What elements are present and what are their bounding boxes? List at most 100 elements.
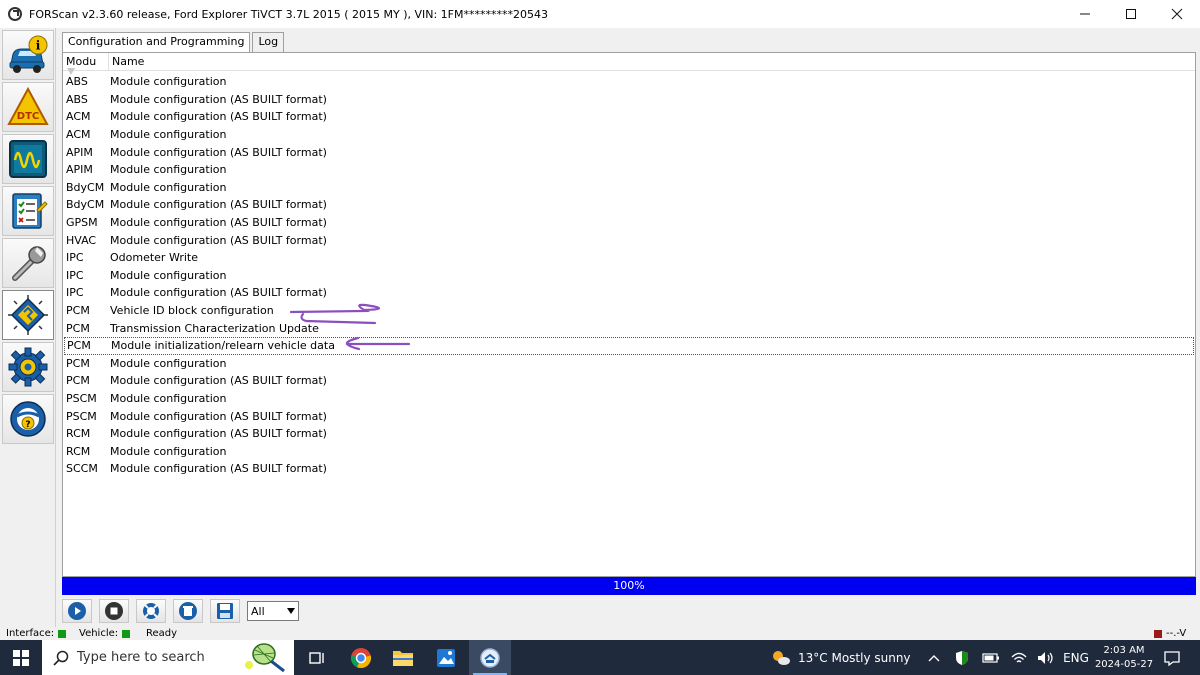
vehicle-status-label: Vehicle: — [79, 628, 119, 639]
lifebuoy-icon — [143, 603, 159, 619]
sidebar-help-button[interactable]: ? — [2, 394, 54, 444]
weather-icon-button[interactable] — [770, 640, 792, 675]
sidebar-vehicle-info-button[interactable]: i — [2, 30, 54, 80]
show-hidden-icons-button[interactable] — [924, 640, 944, 675]
tab-log[interactable]: Log — [252, 32, 285, 52]
window-controls — [1062, 0, 1200, 28]
task-view-button[interactable] — [300, 640, 334, 675]
table-row[interactable]: PSCM Module configuration — [64, 390, 1195, 408]
checklist-icon — [12, 193, 48, 229]
stop-button[interactable] — [99, 599, 129, 623]
table-row[interactable]: GPSM Module configuration (AS BUILT forma… — [64, 214, 1195, 232]
maximize-button[interactable] — [1108, 0, 1154, 28]
table-row[interactable]: APIM Module configuration — [64, 161, 1195, 179]
security-tray-button[interactable] — [951, 640, 973, 675]
table-row[interactable]: PCM Module configuration — [64, 355, 1195, 373]
sidebar-service-functions-button[interactable] — [2, 238, 54, 288]
row-name: Module configuration — [110, 163, 227, 177]
table-row[interactable]: APIM Module configuration (AS BUILT forma… — [64, 143, 1195, 161]
row-module: RCM — [66, 427, 91, 441]
taskbar-search-box[interactable]: Type here to search — [42, 640, 294, 675]
run-button[interactable] — [62, 599, 92, 623]
table-row[interactable]: ABS Module configuration — [64, 73, 1195, 91]
column-header-module[interactable]: Modu — [63, 53, 109, 75]
row-module: IPC — [66, 251, 84, 265]
table-row[interactable]: ACM Module configuration — [64, 126, 1195, 144]
table-row[interactable]: SCCM Module configuration (AS BUILT forma… — [64, 460, 1195, 478]
tennis-search-highlight-icon — [245, 643, 285, 673]
taskbar-file-explorer[interactable] — [384, 640, 422, 675]
search-placeholder: Type here to search — [77, 650, 205, 665]
sidebar-oscilloscope-button[interactable] — [2, 134, 54, 184]
forscan-app-icon[interactable] — [8, 7, 22, 21]
volume-tray-button[interactable] — [1035, 640, 1057, 675]
row-module: HVAC — [66, 233, 97, 247]
row-name: Module configuration (AS BUILT format) — [110, 409, 327, 423]
filter-select[interactable]: All — [247, 601, 299, 621]
help-lifebuoy-button[interactable] — [136, 599, 166, 623]
row-name: Module configuration (AS BUILT format) — [110, 110, 327, 124]
table-row[interactable]: HVAC Module configuration (AS BUILT forma… — [64, 231, 1195, 249]
start-button[interactable] — [0, 640, 42, 675]
table-row[interactable]: IPC Module configuration (AS BUILT format… — [64, 284, 1195, 302]
taskbar-photos[interactable] — [427, 640, 465, 675]
notification-icon — [1164, 650, 1180, 666]
notification-center-button[interactable] — [1160, 640, 1184, 675]
table-row[interactable]: PSCM Module configuration (AS BUILT forma… — [64, 407, 1195, 425]
table-row[interactable]: IPC Module configuration — [64, 267, 1195, 285]
taskbar-chrome[interactable] — [342, 640, 380, 675]
column-header-name[interactable]: Name — [109, 53, 309, 70]
table-row[interactable]: IPC Odometer Write — [64, 249, 1195, 267]
save-button[interactable] — [210, 599, 240, 623]
progress-label: 100% — [613, 579, 645, 592]
sidebar-dtc-button[interactable]: DTC — [2, 82, 54, 132]
close-button[interactable] — [1154, 0, 1200, 28]
minimize-icon — [1080, 13, 1090, 15]
table-row[interactable]: PCM Module configuration (AS BUILT format… — [64, 372, 1195, 390]
table-row[interactable]: ACM Module configuration (AS BUILT format… — [64, 108, 1195, 126]
table-row[interactable]: RCM Module configuration (AS BUILT format… — [64, 425, 1195, 443]
row-module: IPC — [66, 286, 84, 300]
row-name: Module configuration (AS BUILT format) — [110, 216, 327, 230]
row-name: Module initialization/relearn vehicle da… — [111, 339, 335, 353]
list-header: Modu Name — [63, 53, 1195, 75]
weather-text[interactable]: 13°C Mostly sunny — [798, 640, 911, 675]
sun-cloud-icon — [773, 650, 790, 665]
interface-status-label: Interface: — [6, 628, 55, 639]
ready-status: Ready — [146, 628, 178, 639]
tab-configuration-and-programming[interactable]: Configuration and Programming — [62, 32, 251, 53]
sidebar-tests-button[interactable] — [2, 186, 54, 236]
network-tray-button[interactable] — [1008, 640, 1030, 675]
clock-date: 2024-05-27 — [1094, 658, 1154, 670]
clock[interactable]: 2:03 AM 2024-05-27 — [1094, 640, 1154, 675]
battery-tray-button[interactable] — [980, 640, 1002, 675]
row-name: Module configuration — [110, 75, 227, 89]
main-sidebar: i DTC ? — [0, 28, 56, 628]
row-module: IPC — [66, 268, 84, 282]
interface-status-led — [58, 629, 67, 638]
table-row[interactable]: BdyCM Module configuration — [64, 179, 1195, 197]
vehicle-status: Vehicle: — [79, 628, 131, 639]
table-row[interactable]: PCM Module initialization/relearn vehicle… — [64, 336, 1194, 355]
minimize-button[interactable] — [1062, 0, 1108, 28]
help-icon-label: ? — [25, 420, 30, 430]
sidebar-settings-button[interactable] — [2, 342, 54, 392]
clear-button[interactable] — [173, 599, 203, 623]
gear-icon — [8, 347, 48, 387]
table-row[interactable]: ABS Module configuration (AS BUILT format… — [64, 91, 1195, 109]
battery-voltage-status: --.-V — [1152, 628, 1186, 639]
table-row[interactable]: BdyCM Module configuration (AS BUILT form… — [64, 196, 1195, 214]
language-indicator[interactable]: ENG — [1062, 640, 1090, 675]
row-name: Module configuration (AS BUILT format) — [110, 233, 327, 247]
main-tabs: Configuration and Programming Log — [62, 32, 286, 53]
table-row[interactable]: RCM Module configuration — [64, 442, 1195, 460]
table-row[interactable]: PCM Vehicle ID block configuration — [64, 302, 1195, 320]
taskbar-forscan[interactable] — [469, 640, 511, 675]
dropdown-arrow-icon — [287, 608, 295, 614]
svg-text:i: i — [36, 39, 41, 53]
row-name: Module configuration (AS BUILT format) — [110, 286, 327, 300]
chrome-icon — [350, 647, 372, 668]
sidebar-configuration-button[interactable] — [2, 290, 54, 340]
table-row[interactable]: PCM Transmission Characterization Update — [64, 319, 1195, 337]
forscan-taskbar-icon — [480, 647, 500, 668]
